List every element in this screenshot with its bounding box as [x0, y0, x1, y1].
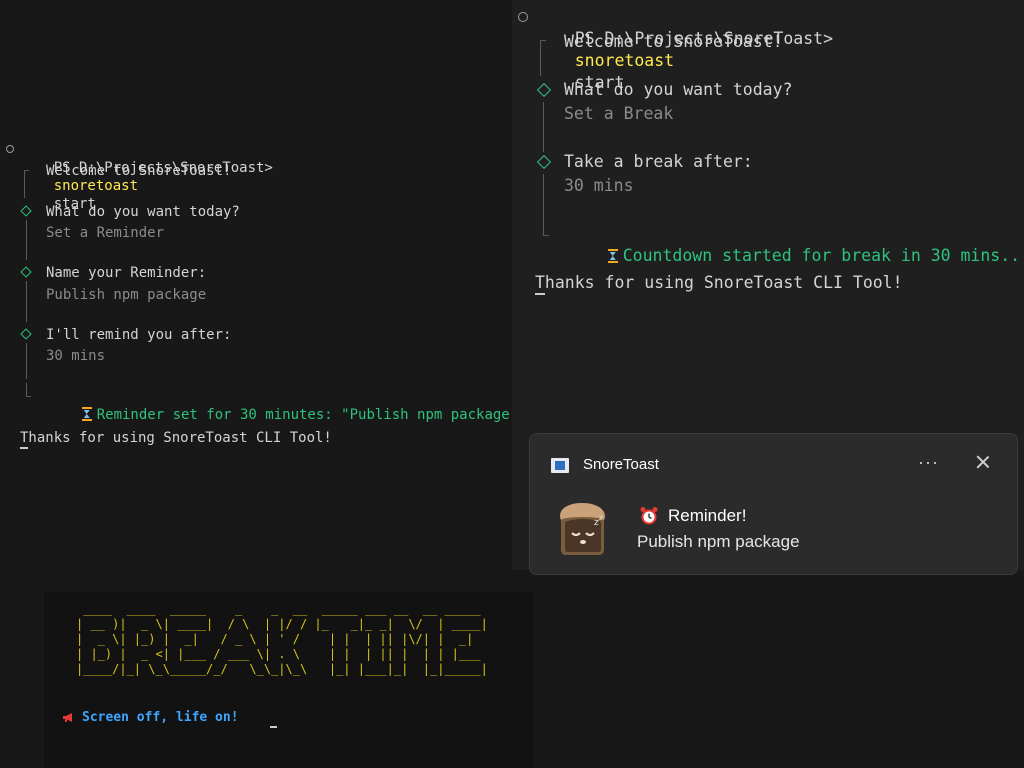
break-time-terminal: ____ ____ _____ _ _ __ _____ ___ __ __ _… [44, 592, 534, 768]
prompt-marker-icon [6, 145, 14, 153]
tree-corner-top [540, 40, 546, 76]
welcome-text: Welcome to SnoreToast! [564, 32, 783, 51]
thanks-text: Thanks for using SnoreToast CLI Tool! [20, 430, 332, 446]
answer-2: Publish npm package [46, 287, 207, 303]
left-terminal: PS D:\Projects\SnoreToast> snoretoast st… [0, 0, 512, 570]
question-2: Take a break after: [564, 152, 753, 171]
alarm-clock-icon [640, 507, 658, 525]
tree-corner-top [24, 170, 29, 198]
toast-app-name: SnoreToast [583, 456, 659, 473]
command-name: snoretoast [53, 178, 139, 194]
answer-1: Set a Reminder [46, 225, 165, 241]
tree-corner-bottom [543, 220, 549, 236]
snoretoast-logo-icon: z z [560, 503, 605, 555]
tree-corner-bottom [26, 383, 31, 397]
answer-2: 30 mins [564, 176, 634, 195]
step-diamond-icon [20, 266, 32, 278]
question-1: What do you want today? [46, 204, 240, 220]
welcome-text: Welcome to SnoreToast! [46, 163, 232, 179]
hourglass-icon [607, 249, 618, 263]
step-diamond-icon [20, 328, 32, 340]
close-icon[interactable] [974, 453, 992, 471]
question-3: I'll remind you after: [46, 327, 232, 343]
text-cursor [20, 447, 28, 449]
toast-title: Reminder! [668, 506, 747, 525]
command-name: snoretoast [574, 51, 675, 70]
hourglass-icon [81, 407, 92, 421]
more-options-icon[interactable]: ··· [918, 452, 939, 473]
slogan-text: Screen off, life on! [82, 710, 239, 725]
reminder-result: Reminder set for 30 minutes: "Publish np… [96, 407, 512, 423]
tree-line [26, 343, 27, 379]
text-cursor [270, 726, 277, 728]
svg-text:z: z [599, 514, 603, 522]
toast-notification[interactable]: SnoreToast ··· z z Reminder! Publish npm… [529, 433, 1018, 575]
question-1: What do you want today? [564, 80, 793, 99]
tree-line [543, 102, 544, 152]
prompt-marker-icon [518, 12, 528, 22]
megaphone-icon [63, 713, 72, 722]
app-icon [551, 458, 569, 473]
break-time-ascii-art: ____ ____ _____ _ _ __ _____ ___ __ __ _… [76, 602, 488, 676]
tree-line [26, 281, 27, 322]
thanks-text: Thanks for using SnoreToast CLI Tool! [535, 273, 903, 292]
tree-line [26, 220, 27, 260]
answer-1: Set a Break [564, 104, 674, 123]
question-2: Name your Reminder: [46, 265, 207, 281]
answer-3: 30 mins [46, 348, 106, 364]
step-diamond-icon [536, 154, 552, 170]
text-cursor [535, 293, 545, 295]
toast-body: Publish npm package [637, 532, 800, 551]
tree-line [543, 174, 544, 220]
countdown-result: Countdown started for break in 30 mins..… [622, 246, 1024, 265]
